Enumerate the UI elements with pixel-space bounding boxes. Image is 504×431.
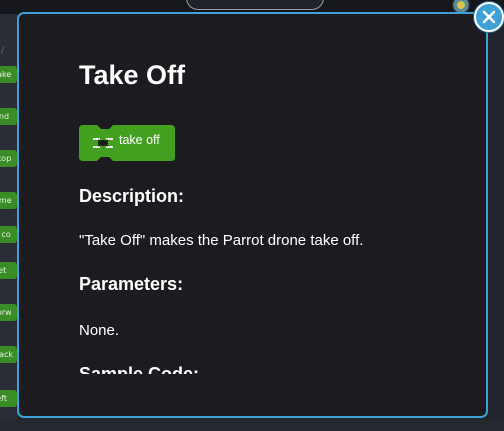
palette-block-left[interactable]: left (0, 390, 17, 407)
modal-title: Take Off (79, 60, 186, 90)
top-pill-control[interactable] (186, 0, 324, 10)
sidebar-divider-glyph: / (1, 46, 5, 56)
block-label: take off (119, 133, 160, 147)
modal-scroll-content[interactable]: Take Off take off Description: "Take Off… (79, 14, 479, 374)
sample-code-heading: Sample Code: (79, 364, 200, 374)
bottom-bar (0, 420, 504, 431)
description-heading: Description: (79, 186, 185, 206)
palette-block-take[interactable]: take (0, 66, 17, 83)
palette-block-stop[interactable]: stop (0, 150, 17, 167)
parameters-text: None. (79, 322, 120, 339)
description-text: "Take Off" makes the Parrot drone take o… (79, 232, 364, 249)
close-button[interactable] (474, 2, 504, 32)
app-stage: / take and stop eme a co set forw back l… (0, 0, 504, 431)
block-help-modal: Take Off take off Description: "Take Off… (17, 12, 488, 418)
palette-block-land[interactable]: and (0, 108, 17, 125)
drone-icon (91, 134, 115, 152)
palette-block-forward[interactable]: forw (0, 304, 17, 321)
palette-block-set[interactable]: set (0, 262, 17, 279)
palette-block-configure[interactable]: a co (0, 226, 17, 243)
parameters-heading: Parameters: (79, 274, 184, 294)
palette-block-emergency[interactable]: eme (0, 192, 17, 209)
palette-block-back[interactable]: back (0, 346, 17, 363)
take-off-block-preview: take off (79, 125, 175, 161)
